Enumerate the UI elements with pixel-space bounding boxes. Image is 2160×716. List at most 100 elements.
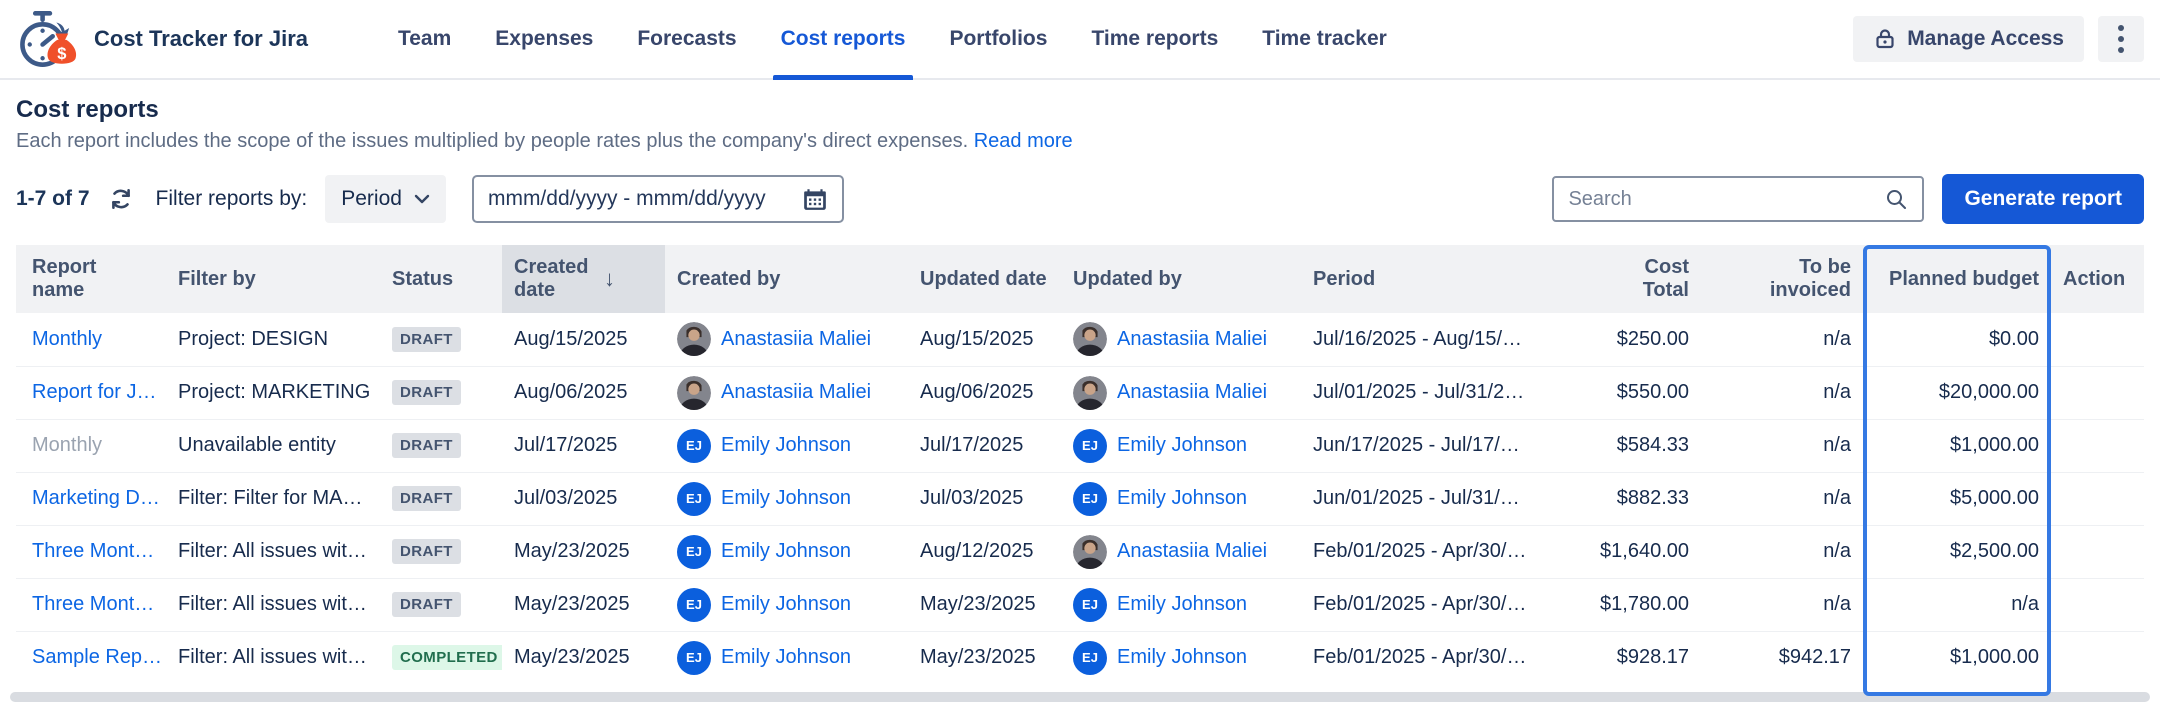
date-range-field[interactable] <box>471 175 844 223</box>
more-options-button[interactable] <box>2098 16 2144 62</box>
user-avatar-photo[interactable] <box>1073 322 1107 357</box>
created-date-label: Created date <box>514 256 589 301</box>
action-cell[interactable] <box>2051 418 2144 472</box>
report-name-cell: Monthly <box>16 313 166 366</box>
action-cell[interactable] <box>2051 577 2144 631</box>
created-date-cell: Jul/03/2025 <box>502 471 665 525</box>
horizontal-scrollbar[interactable] <box>10 692 2150 702</box>
table-row: Monthly Unavailable entity DRAFT Jul/17/202… <box>16 418 2144 472</box>
period-cell: Jul/01/2025 - Jul/31/2… <box>1301 365 1581 419</box>
manage-access-button[interactable]: Manage Access <box>1853 16 2084 62</box>
app-title: Cost Tracker for Jira <box>94 26 308 51</box>
planned-budget-cell: $0.00 <box>1988 327 2039 350</box>
user-avatar-initials[interactable]: EJ <box>677 640 711 675</box>
user-avatar-photo[interactable] <box>1073 375 1107 410</box>
user-link[interactable]: Emily Johnson <box>721 593 851 616</box>
user-avatar-photo[interactable] <box>677 322 711 357</box>
period-filter-dropdown[interactable]: Period <box>325 175 446 223</box>
user-link[interactable]: Emily Johnson <box>1117 434 1247 457</box>
user-link[interactable]: Emily Johnson <box>721 487 851 510</box>
report-name-link[interactable]: Three Mont… <box>32 593 154 615</box>
col-header-report-name[interactable]: Report name <box>16 245 166 313</box>
user-avatar-initials[interactable]: EJ <box>1073 640 1107 675</box>
col-header-created-date[interactable]: Created date ↓ <box>502 245 665 313</box>
action-cell[interactable] <box>2051 313 2144 366</box>
user-link[interactable]: Emily Johnson <box>721 434 851 457</box>
table-header: Report name Filter by Status Created dat… <box>16 245 2144 313</box>
table-row: Three Mont… Filter: All issues wit… DRAFT M… <box>16 577 2144 631</box>
sort-descending-icon[interactable]: ↓ <box>604 266 615 291</box>
updated-by-cell: Anastasiia Maliei <box>1061 365 1301 419</box>
read-more-link[interactable]: Read more <box>974 130 1073 152</box>
status-cell: COMPLETED <box>380 630 502 684</box>
created-by-cell: EJ Emily Johnson <box>665 418 908 472</box>
col-header-cost-total[interactable]: Cost Total <box>1581 245 1701 313</box>
user-avatar-photo[interactable] <box>1073 534 1107 569</box>
tab-expenses[interactable]: Expenses <box>473 0 615 78</box>
user-link[interactable]: Emily Johnson <box>721 540 851 563</box>
report-name-link[interactable]: Three Mont… <box>32 540 154 562</box>
generate-report-button[interactable]: Generate report <box>1942 174 2144 224</box>
user-cell: EJ Emily Johnson <box>677 534 896 569</box>
user-link[interactable]: Anastasiia Maliei <box>721 328 871 351</box>
action-cell[interactable] <box>2051 524 2144 578</box>
cost-reports-table-wrap: Report name Filter by Status Created dat… <box>16 245 2144 696</box>
col-header-updated-date[interactable]: Updated date <box>908 245 1061 313</box>
user-link[interactable]: Emily Johnson <box>1117 593 1247 616</box>
user-link[interactable]: Anastasiia Maliei <box>1117 540 1267 563</box>
user-avatar-initials[interactable]: EJ <box>1073 481 1107 516</box>
search-field[interactable] <box>1552 176 1925 222</box>
col-header-created-by[interactable]: Created by <box>665 245 908 313</box>
period-cell: Jul/16/2025 - Aug/15/… <box>1313 327 1523 350</box>
report-name-link[interactable]: Sample Rep… <box>32 646 162 668</box>
col-header-filter-by[interactable]: Filter by <box>166 245 380 313</box>
table-row: Sample Rep… Filter: All issues wit… COMPLE… <box>16 630 2144 684</box>
filter-by-cell: Filter: All issues wit… <box>166 577 380 631</box>
period-cell: Feb/01/2025 - Apr/30/… <box>1301 524 1581 578</box>
report-name-link[interactable]: Marketing D… <box>32 487 160 509</box>
user-avatar-initials[interactable]: EJ <box>1073 587 1107 622</box>
refresh-button[interactable] <box>108 186 134 212</box>
col-header-period[interactable]: Period <box>1301 245 1581 313</box>
user-link[interactable]: Anastasiia Maliei <box>1117 381 1267 404</box>
date-range-input[interactable] <box>487 187 792 211</box>
user-avatar-initials[interactable]: EJ <box>677 534 711 569</box>
user-link[interactable]: Emily Johnson <box>1117 487 1247 510</box>
user-avatar-initials[interactable]: EJ <box>677 428 711 463</box>
search-input[interactable] <box>1568 187 1875 211</box>
user-cell: EJ Emily Johnson <box>677 587 896 622</box>
report-name-link[interactable]: Report for J… <box>32 381 156 403</box>
user-avatar-initials[interactable]: EJ <box>677 481 711 516</box>
to-be-invoiced-cell: n/a <box>1701 418 1863 472</box>
action-cell[interactable] <box>2051 630 2144 684</box>
action-cell[interactable] <box>2051 365 2144 419</box>
created-by-cell: EJ Emily Johnson <box>665 630 908 684</box>
user-link[interactable]: Anastasiia Maliei <box>721 381 871 404</box>
tab-portfolios[interactable]: Portfolios <box>927 0 1069 78</box>
updated-by-cell: EJ Emily Johnson <box>1061 418 1301 472</box>
table-row: Marketing D… Filter: Filter for MA… DRAFT J… <box>16 471 2144 525</box>
calendar-icon[interactable] <box>802 186 828 212</box>
user-link[interactable]: Anastasiia Maliei <box>1117 328 1267 351</box>
to-be-invoiced-cell: n/a <box>1701 471 1863 525</box>
tab-time-tracker[interactable]: Time tracker <box>1240 0 1409 78</box>
status-badge: DRAFT <box>392 380 461 405</box>
user-avatar-initials[interactable]: EJ <box>677 587 711 622</box>
user-link[interactable]: Emily Johnson <box>721 646 851 669</box>
col-header-planned-budget[interactable]: Planned budget <box>1863 245 2051 313</box>
action-cell[interactable] <box>2051 471 2144 525</box>
tab-time-reports[interactable]: Time reports <box>1069 0 1240 78</box>
table-row: Monthly Project: DESIGN DRAFT Aug/15/2025 An… <box>16 313 2144 366</box>
tab-cost-reports[interactable]: Cost reports <box>759 0 928 80</box>
report-name-link[interactable]: Monthly <box>32 328 102 350</box>
user-avatar-photo[interactable] <box>677 375 711 410</box>
col-header-updated-by[interactable]: Updated by <box>1061 245 1301 313</box>
user-cell: EJ Emily Johnson <box>677 481 896 516</box>
col-header-to-be-invoiced[interactable]: To be invoiced <box>1701 245 1863 313</box>
user-avatar-initials[interactable]: EJ <box>1073 428 1107 463</box>
tab-forecasts[interactable]: Forecasts <box>615 0 758 78</box>
col-header-status[interactable]: Status <box>380 245 502 313</box>
tab-team[interactable]: Team <box>376 0 473 78</box>
user-link[interactable]: Emily Johnson <box>1117 646 1247 669</box>
main-nav: Team Expenses Forecasts Cost reports Portfol… <box>376 0 1409 80</box>
